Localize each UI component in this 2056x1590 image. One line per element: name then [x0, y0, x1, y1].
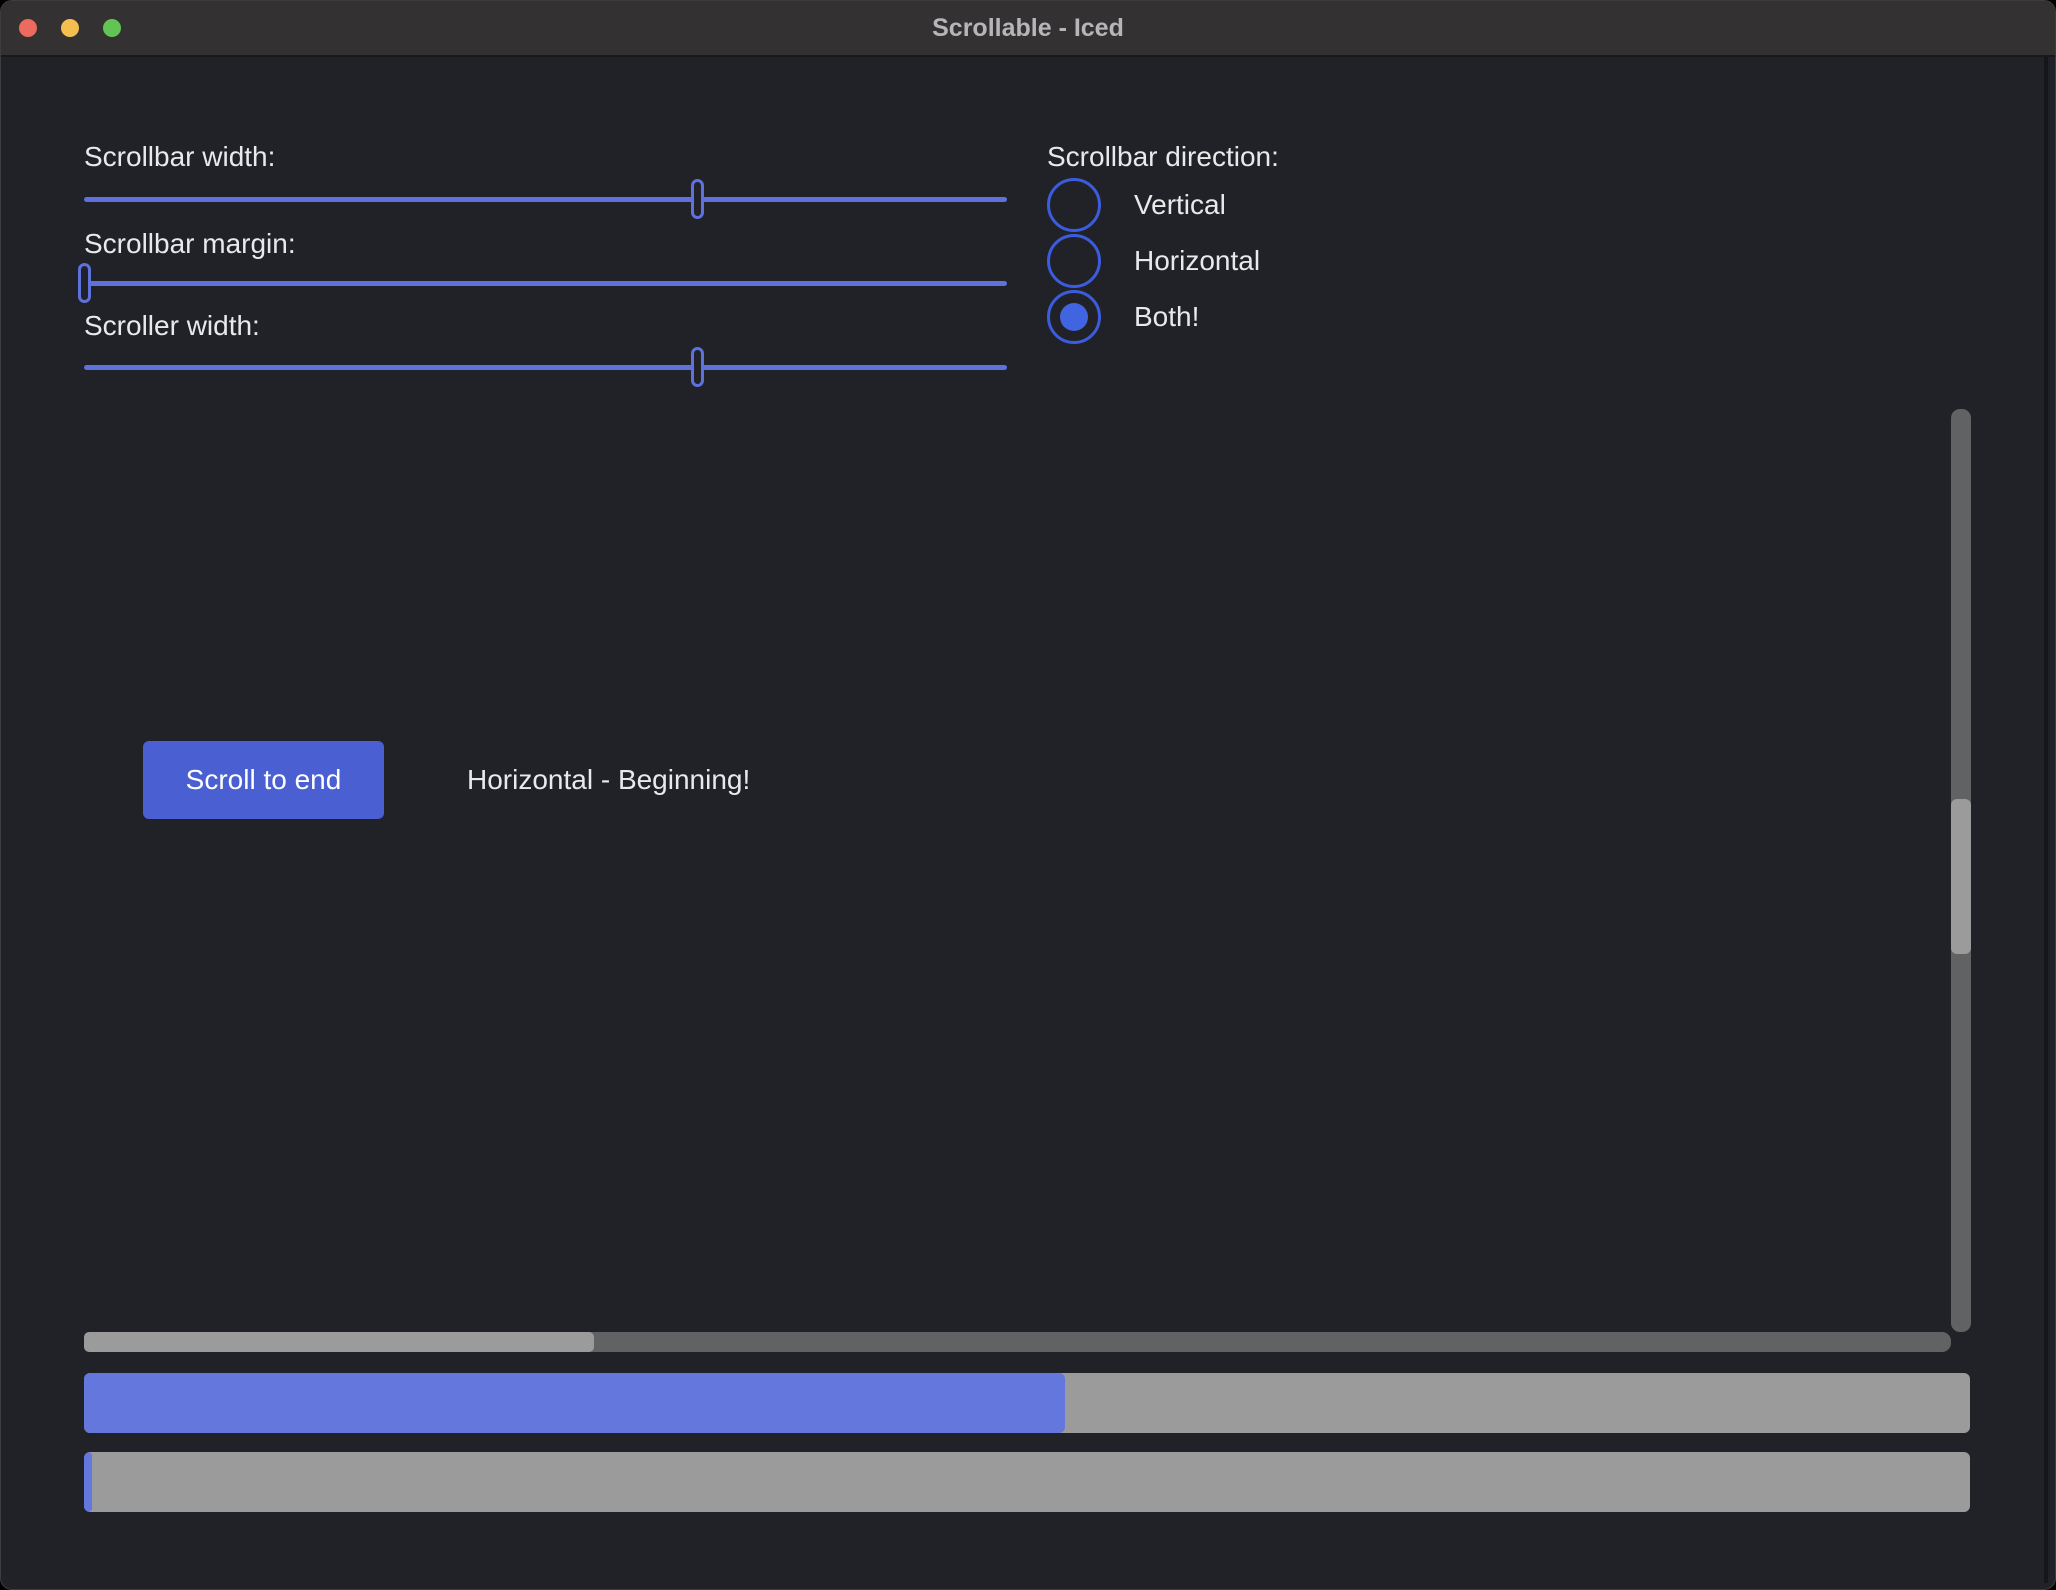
scroll-status-text: Horizontal - Beginning!	[467, 762, 750, 798]
scrollbar-width-slider[interactable]	[84, 179, 1007, 219]
slider-track[interactable]	[84, 365, 1007, 370]
vertical-scroller[interactable]	[1951, 799, 1971, 954]
slider-track[interactable]	[84, 197, 1007, 202]
horizontal-progress-bar	[84, 1373, 1970, 1433]
progress-fill	[84, 1373, 1065, 1433]
slider-handle[interactable]	[691, 179, 704, 219]
radio-vertical-label: Vertical	[1134, 178, 1226, 232]
window-edge-divider	[2044, 57, 2048, 1583]
horizontal-scrollbar[interactable]	[84, 1332, 1951, 1352]
slider-track[interactable]	[84, 281, 1007, 286]
horizontal-scroller[interactable]	[84, 1332, 594, 1352]
vertical-progress-bar	[84, 1452, 1970, 1512]
scrollbar-width-label: Scrollbar width:	[84, 139, 275, 175]
radio-dot-icon	[1060, 303, 1088, 331]
scrollbar-direction-label: Scrollbar direction:	[1047, 139, 1279, 175]
radio-horizontal-label: Horizontal	[1134, 234, 1260, 288]
slider-handle[interactable]	[78, 263, 91, 303]
slider-handle[interactable]	[691, 347, 704, 387]
scroller-width-label: Scroller width:	[84, 308, 260, 344]
scrollbar-margin-label: Scrollbar margin:	[84, 226, 296, 262]
radio-circle-icon[interactable]	[1047, 234, 1101, 288]
scroller-width-slider[interactable]	[84, 347, 1007, 387]
title-bar: Scrollable - Iced	[1, 1, 2055, 57]
window-title: Scrollable - Iced	[1, 1, 2055, 55]
scroll-to-end-button[interactable]: Scroll to end	[143, 741, 384, 819]
app-window: Scrollable - Iced Scrollbar width: Scrol…	[0, 0, 2056, 1590]
radio-circle-icon[interactable]	[1047, 178, 1101, 232]
progress-fill	[84, 1452, 92, 1512]
screen: Scrollable - Iced Scrollbar width: Scrol…	[0, 0, 2056, 1590]
scrollbar-margin-slider[interactable]	[84, 263, 1007, 303]
radio-both-label: Both!	[1134, 290, 1199, 344]
radio-circle-icon[interactable]	[1047, 290, 1101, 344]
vertical-scrollbar[interactable]	[1951, 409, 1971, 1332]
